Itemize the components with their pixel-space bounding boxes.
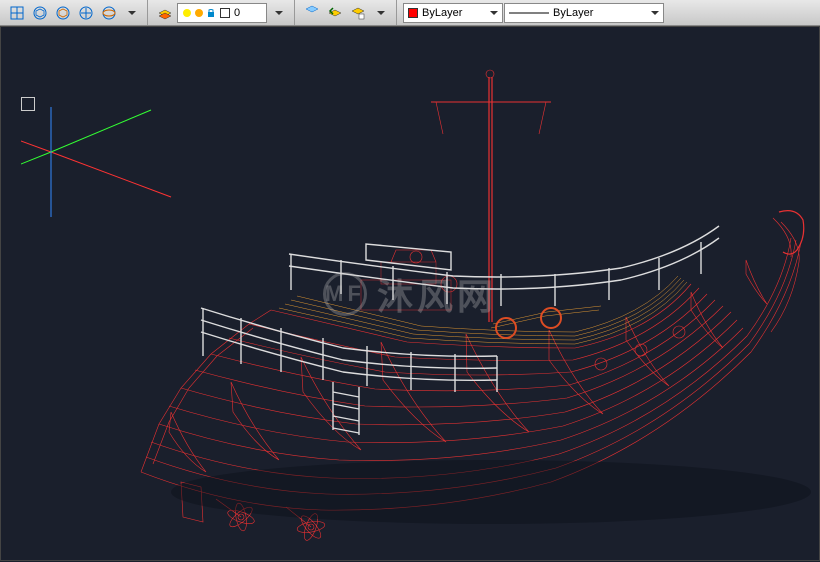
view-iso-ne-button[interactable] <box>75 2 97 24</box>
layer-color-swatch <box>220 8 230 18</box>
view-iso-sw-button[interactable] <box>29 2 51 24</box>
linetype-selector[interactable]: ByLayer <box>504 3 664 23</box>
layer-freeze-icon <box>194 8 204 18</box>
layer-previous-button[interactable] <box>324 2 346 24</box>
layer-states-button[interactable] <box>347 2 369 24</box>
ucs-icon <box>21 102 181 222</box>
view-iso-nw-button[interactable] <box>98 2 120 24</box>
watermark-text: 沐风网 <box>377 268 497 320</box>
layer-more-dropdown[interactable] <box>370 2 392 24</box>
layer-name-value: 0 <box>234 7 240 19</box>
watermark-logo-text: MF <box>325 281 365 307</box>
watermark: MF 沐风网 <box>323 268 497 320</box>
view-iso-se-button[interactable] <box>52 2 74 24</box>
view-top-button[interactable] <box>6 2 28 24</box>
layer-dropdown-button[interactable] <box>268 2 290 24</box>
linetype-value: ByLayer <box>553 7 647 19</box>
layer-match-button[interactable] <box>301 2 323 24</box>
drawing-viewport[interactable]: MF 沐风网 <box>0 26 820 561</box>
chevron-down-icon <box>651 11 659 15</box>
layer-lock-icon <box>206 8 216 18</box>
layer-states <box>182 8 216 18</box>
view-tools-group <box>2 0 148 25</box>
layer-properties-button[interactable] <box>154 2 176 24</box>
linetype-preview-icon <box>509 9 549 17</box>
crosshair-cursor <box>21 97 35 111</box>
watermark-logo-icon: MF <box>323 272 367 316</box>
view-dropdown-button[interactable] <box>121 2 143 24</box>
chevron-down-icon <box>490 11 498 15</box>
layer-selector[interactable]: 0 <box>177 3 267 23</box>
color-selector[interactable]: ByLayer <box>403 3 503 23</box>
color-swatch <box>408 8 418 18</box>
main-toolbar: 0 ByLayer ByLayer <box>0 0 820 26</box>
layer-on-icon <box>182 8 192 18</box>
layer-tools-group: 0 <box>150 0 295 25</box>
properties-group: ByLayer ByLayer <box>399 0 668 25</box>
color-value: ByLayer <box>422 7 486 19</box>
layer-ops-group <box>297 0 397 25</box>
